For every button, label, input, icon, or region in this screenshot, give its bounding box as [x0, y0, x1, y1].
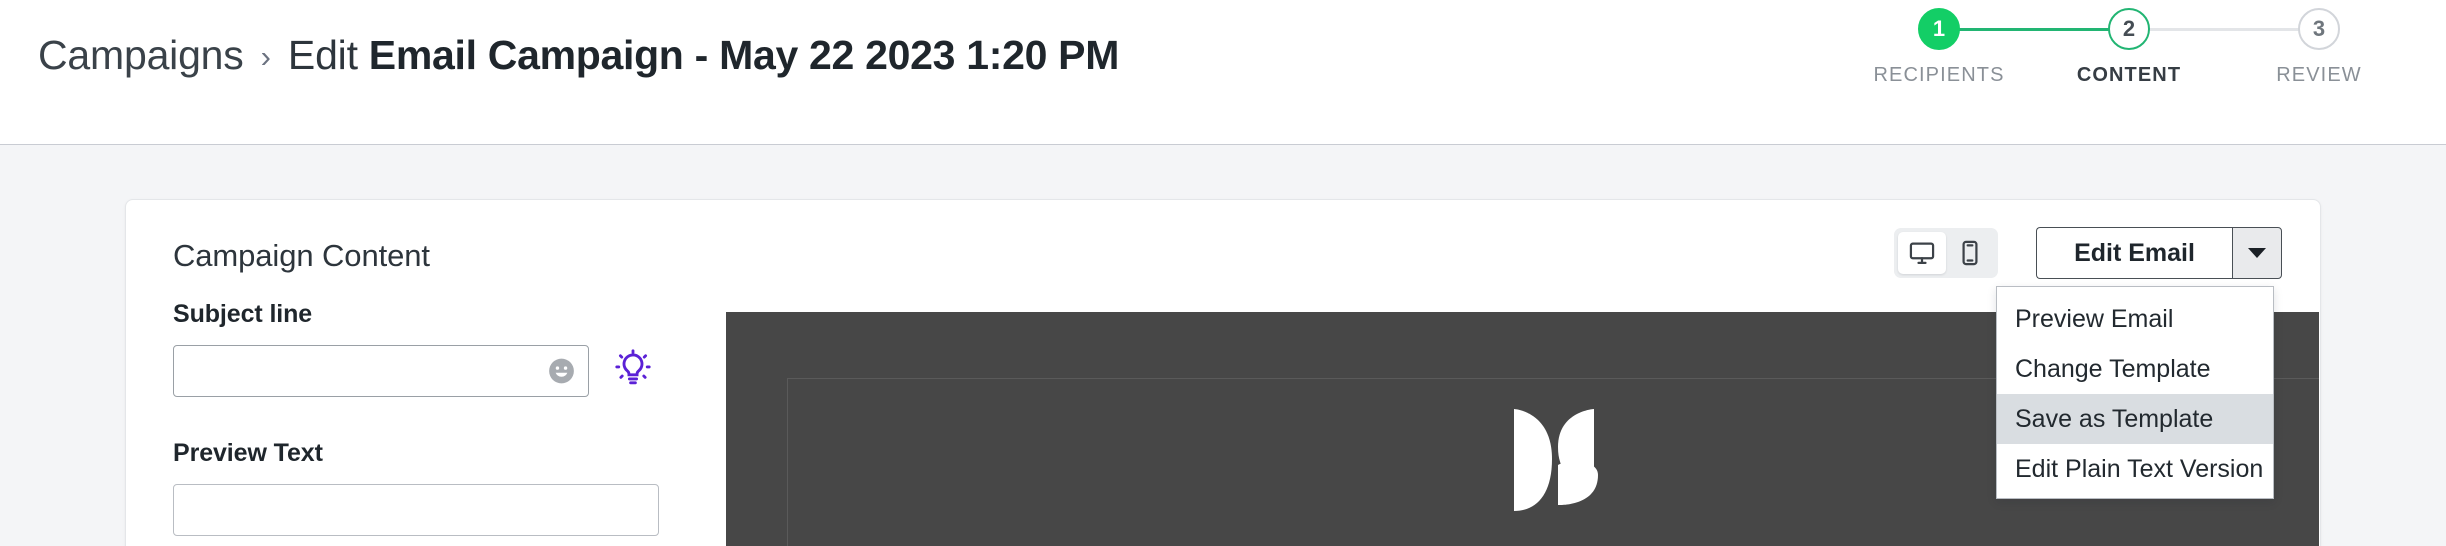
menu-item-edit-plain-text-version[interactable]: Edit Plain Text Version	[1997, 444, 2273, 494]
preview-text-input-wrap[interactable]	[173, 484, 659, 536]
subject-line-label: Subject line	[173, 300, 313, 328]
subject-line-input[interactable]	[174, 346, 588, 396]
device-preview-toggle[interactable]	[1894, 228, 1998, 278]
stepper-circle-2[interactable]: 2	[2108, 8, 2150, 50]
card-title: Campaign Content	[173, 238, 430, 273]
stepper-label-content: CONTENT	[2076, 64, 2182, 86]
wizard-stepper: 1 RECIPIENTS 2 CONTENT 3 REVIEW	[1844, 8, 2414, 87]
page-body: Campaign Content Edit Email Preview Emai…	[0, 145, 2446, 546]
stepper-circle-3[interactable]: 3	[2298, 8, 2340, 50]
subject-suggestion-button[interactable]	[614, 348, 652, 394]
stepper-circle-1[interactable]: 1	[1918, 8, 1960, 50]
subject-line-row	[173, 345, 726, 397]
campaign-content-card: Campaign Content Edit Email Preview Emai…	[125, 199, 2321, 546]
content-form: Subject line Preview Text	[126, 300, 726, 536]
preview-text-input[interactable]	[174, 485, 658, 535]
edit-email-button[interactable]: Edit Email	[2036, 227, 2232, 279]
leaf-logo-icon	[1506, 403, 1602, 515]
breadcrumb-action: Edit	[287, 32, 358, 78]
edit-email-dropdown-menu: Preview Email Change Template Save as Te…	[1996, 286, 2274, 499]
lightbulb-icon	[615, 348, 651, 394]
desktop-icon	[1908, 239, 1936, 267]
preview-scrollbar[interactable]	[2311, 312, 2319, 546]
card-toolbar: Edit Email	[1894, 227, 2282, 279]
menu-item-change-template[interactable]: Change Template	[1997, 344, 2273, 394]
edit-email-split-button: Edit Email	[2036, 227, 2282, 279]
stepper-step-review[interactable]: 3 REVIEW	[2224, 8, 2414, 87]
breadcrumb-link-campaigns[interactable]: Campaigns	[38, 32, 244, 79]
top-bar: Campaigns › Edit Email Campaign - May 22…	[0, 0, 2446, 145]
breadcrumb-separator-icon: ›	[260, 39, 271, 74]
subject-line-input-wrap[interactable]	[173, 345, 589, 397]
stepper-step-content[interactable]: 2 CONTENT	[2034, 8, 2224, 87]
emoji-smiley-icon[interactable]	[548, 358, 575, 385]
mobile-icon	[1956, 239, 1984, 267]
stepper-label-review: REVIEW	[2276, 64, 2362, 86]
device-toggle-mobile[interactable]	[1946, 232, 1994, 274]
preview-text-label: Preview Text	[173, 439, 323, 467]
breadcrumb: Campaigns › Edit Email Campaign - May 22…	[38, 32, 1119, 79]
menu-item-save-as-template[interactable]: Save as Template	[1997, 394, 2273, 444]
device-toggle-desktop[interactable]	[1898, 232, 1946, 274]
chevron-down-icon	[2248, 248, 2266, 258]
page-title: Email Campaign - May 22 2023 1:20 PM	[368, 32, 1120, 78]
stepper-label-recipients: RECIPIENTS	[1873, 64, 2005, 86]
stepper-step-recipients[interactable]: 1 RECIPIENTS	[1844, 8, 2339, 87]
menu-item-preview-email[interactable]: Preview Email	[1997, 294, 2273, 344]
edit-email-dropdown-toggle[interactable]	[2232, 227, 2282, 279]
